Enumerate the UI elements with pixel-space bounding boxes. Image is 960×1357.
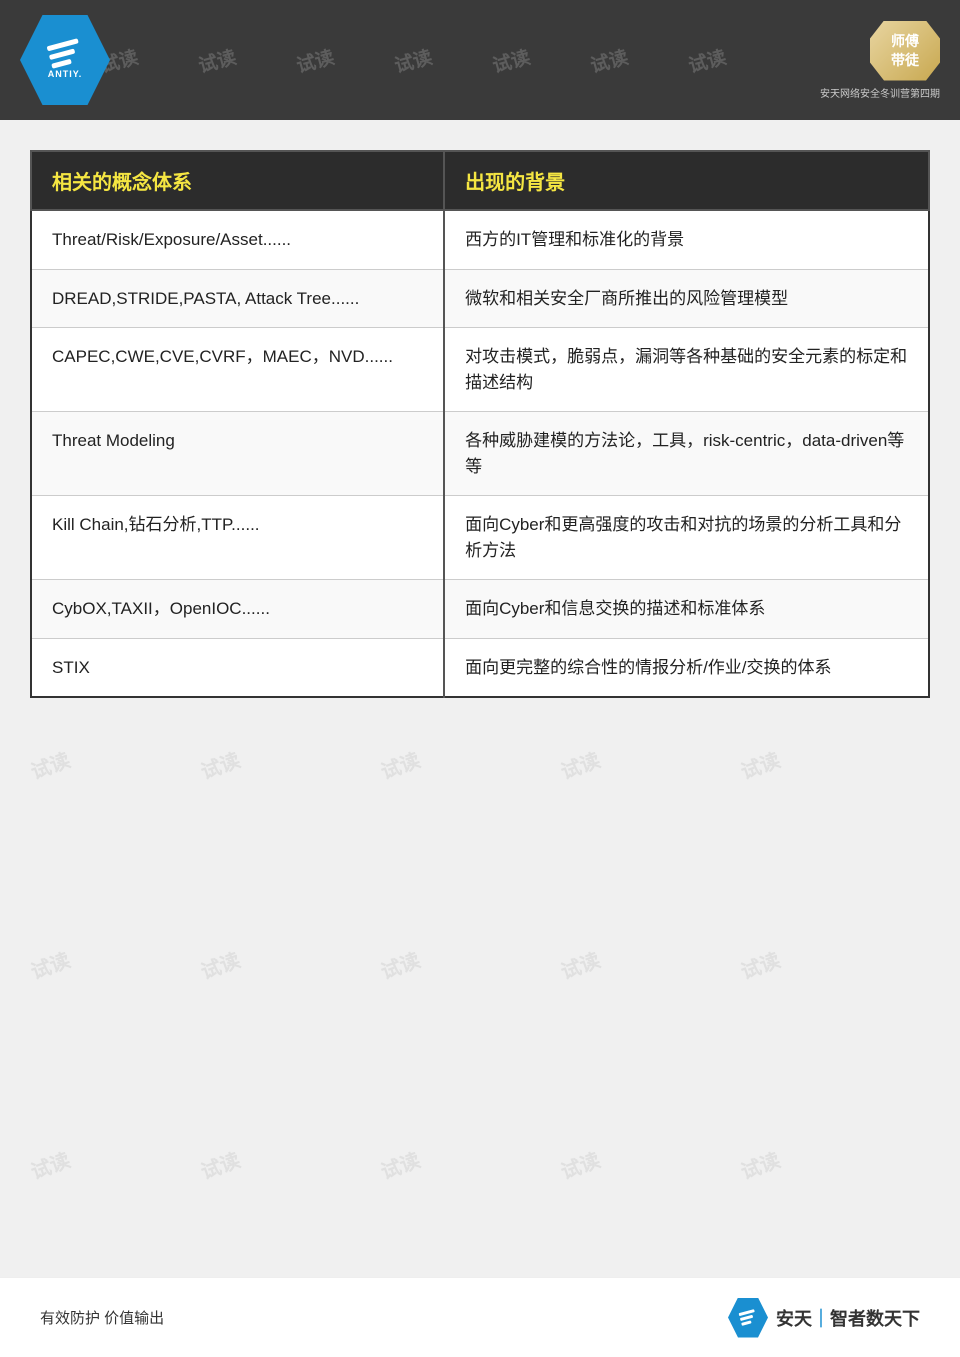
badge-line1: 师傅 <box>891 32 919 50</box>
table-cell-col1: STIX <box>31 638 444 697</box>
table-row: CybOX,TAXII，OpenIOC......面向Cyber和信息交换的描述… <box>31 580 929 639</box>
watermark-18: 试读 <box>556 744 604 785</box>
logo-inner: ANTIY. <box>48 42 83 79</box>
table-cell-col1: Threat/Risk/Exposure/Asset...... <box>31 210 444 269</box>
header-wm-2: 试读 <box>195 42 239 78</box>
footer-logo-icon <box>728 1298 768 1338</box>
watermark-21: 试读 <box>196 944 244 985</box>
watermark-22: 试读 <box>376 944 424 985</box>
table-container: 相关的概念体系 出现的背景 Threat/Risk/Exposure/Asset… <box>30 150 930 698</box>
main-table: 相关的概念体系 出现的背景 Threat/Risk/Exposure/Asset… <box>30 150 930 698</box>
logo-text: ANTIY. <box>48 69 83 79</box>
footer-stripe-3 <box>741 1320 751 1325</box>
watermark-29: 试读 <box>736 1144 784 1185</box>
right-logo-text: 师傅 带徒 <box>891 32 919 68</box>
table-cell-col2: 面向Cyber和更高强度的攻击和对抗的场景的分析工具和分析方法 <box>444 496 929 580</box>
right-logo-shape: 师傅 带徒 <box>870 21 940 81</box>
watermark-25: 试读 <box>26 1144 74 1185</box>
watermark-16: 试读 <box>196 744 244 785</box>
watermark-19: 试读 <box>736 744 784 785</box>
table-cell-col2: 各种威胁建模的方法论，工具，risk-centric，data-driven等等 <box>444 412 929 496</box>
table-row: Threat Modeling各种威胁建模的方法论，工具，risk-centri… <box>31 412 929 496</box>
header-wm-6: 试读 <box>587 42 631 78</box>
col1-header: 相关的概念体系 <box>31 151 444 210</box>
table-cell-col2: 微软和相关安全厂商所推出的风险管理模型 <box>444 269 929 328</box>
logo-stripe-3 <box>51 58 72 68</box>
watermark-26: 试读 <box>196 1144 244 1185</box>
table-row: DREAD,STRIDE,PASTA, Attack Tree......微软和… <box>31 269 929 328</box>
footer: 有效防护 价值输出 安天｜智者数天下 <box>0 1277 960 1357</box>
header-logo: ANTIY. <box>20 15 110 105</box>
header-wm-4: 试读 <box>391 42 435 78</box>
table-cell-col2: 面向更完整的综合性的情报分析/作业/交换的体系 <box>444 638 929 697</box>
footer-brand-part2: 智者数天下 <box>830 1309 920 1329</box>
table-header-row: 相关的概念体系 出现的背景 <box>31 151 929 210</box>
footer-right: 安天｜智者数天下 <box>728 1298 920 1338</box>
header-wm-5: 试读 <box>489 42 533 78</box>
header-right-logo: 师傅 带徒 安天网络安全冬训营第四期 <box>820 21 940 100</box>
watermark-20: 试读 <box>26 944 74 985</box>
table-row: STIX面向更完整的综合性的情报分析/作业/交换的体系 <box>31 638 929 697</box>
badge-line2: 带徒 <box>891 51 919 69</box>
watermark-28: 试读 <box>556 1144 604 1185</box>
table-cell-col2: 西方的IT管理和标准化的背景 <box>444 210 929 269</box>
header-wm-7: 试读 <box>685 42 729 78</box>
watermark-17: 试读 <box>376 744 424 785</box>
col2-header: 出现的背景 <box>444 151 929 210</box>
table-row: CAPEC,CWE,CVE,CVRF，MAEC，NVD......对攻击模式，脆… <box>31 328 929 412</box>
footer-stripe-2 <box>740 1315 753 1321</box>
header-wm-3: 试读 <box>293 42 337 78</box>
watermark-27: 试读 <box>376 1144 424 1185</box>
header-subtitle: 安天网络安全冬训营第四期 <box>820 85 940 100</box>
footer-logo-inner <box>739 1309 758 1326</box>
footer-left-text: 有效防护 价值输出 <box>40 1307 164 1328</box>
watermark-24: 试读 <box>736 944 784 985</box>
table-cell-col1: CAPEC,CWE,CVE,CVRF，MAEC，NVD...... <box>31 328 444 412</box>
watermark-15: 试读 <box>26 744 74 785</box>
watermark-23: 试读 <box>556 944 604 985</box>
table-cell-col1: Threat Modeling <box>31 412 444 496</box>
header: ANTIY. 试读 试读 试读 试读 试读 试读 试读 师傅 带徒 安天网络安全… <box>0 0 960 120</box>
table-cell-col1: CybOX,TAXII，OpenIOC...... <box>31 580 444 639</box>
footer-brand-text: 安天｜智者数天下 <box>776 1305 920 1331</box>
table-cell-col2: 对攻击模式，脆弱点，漏洞等各种基础的安全元素的标定和描述结构 <box>444 328 929 412</box>
table-cell-col2: 面向Cyber和信息交换的描述和标准体系 <box>444 580 929 639</box>
table-cell-col1: Kill Chain,钻石分析,TTP...... <box>31 496 444 580</box>
table-row: Kill Chain,钻石分析,TTP......面向Cyber和更高强度的攻击… <box>31 496 929 580</box>
header-watermarks: 试读 试读 试读 试读 试读 试读 试读 <box>100 0 810 120</box>
table-row: Threat/Risk/Exposure/Asset......西方的IT管理和… <box>31 210 929 269</box>
logo-stripes <box>47 38 84 68</box>
table-cell-col1: DREAD,STRIDE,PASTA, Attack Tree...... <box>31 269 444 328</box>
footer-brand-part1: 安天 <box>776 1309 812 1329</box>
